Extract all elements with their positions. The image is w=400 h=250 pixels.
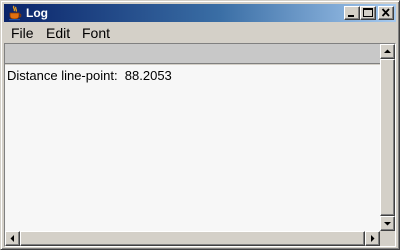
scroll-corner (380, 231, 395, 246)
arrow-up-icon (384, 49, 391, 53)
scroll-left-button[interactable] (5, 231, 20, 246)
maximize-button[interactable] (360, 6, 376, 20)
close-button[interactable] (378, 6, 394, 20)
menu-file[interactable]: File (9, 25, 36, 41)
vertical-scroll-thumb[interactable] (380, 59, 395, 216)
menu-edit[interactable]: Edit (44, 25, 72, 41)
vertical-scrollbar[interactable] (380, 44, 395, 231)
horizontal-scrollbar[interactable] (5, 231, 380, 246)
log-scroll-pane: Distance line-point: 88.2053 (4, 43, 396, 247)
horizontal-scroll-thumb[interactable] (20, 231, 365, 246)
log-text-area[interactable]: Distance line-point: 88.2053 (5, 65, 380, 231)
minimize-button[interactable] (344, 6, 360, 20)
title-bar[interactable]: Log (4, 4, 396, 22)
maximize-icon (363, 8, 373, 17)
menu-bar: File Edit Font (4, 23, 396, 43)
arrow-down-icon (384, 222, 391, 226)
java-cup-icon[interactable] (7, 5, 23, 21)
arrow-right-icon (371, 235, 375, 242)
scroll-pane-header (5, 44, 380, 64)
menu-font[interactable]: Font (80, 25, 112, 41)
scroll-down-button[interactable] (380, 216, 395, 231)
scroll-up-button[interactable] (380, 44, 395, 59)
log-window: Log File Edit Font Distance line-point: … (0, 0, 400, 250)
close-icon (381, 8, 390, 17)
log-line: Distance line-point: 88.2053 (7, 68, 172, 83)
arrow-left-icon (10, 235, 14, 242)
scroll-right-button[interactable] (365, 231, 380, 246)
window-title: Log (26, 6, 48, 20)
minimize-icon (348, 15, 354, 17)
